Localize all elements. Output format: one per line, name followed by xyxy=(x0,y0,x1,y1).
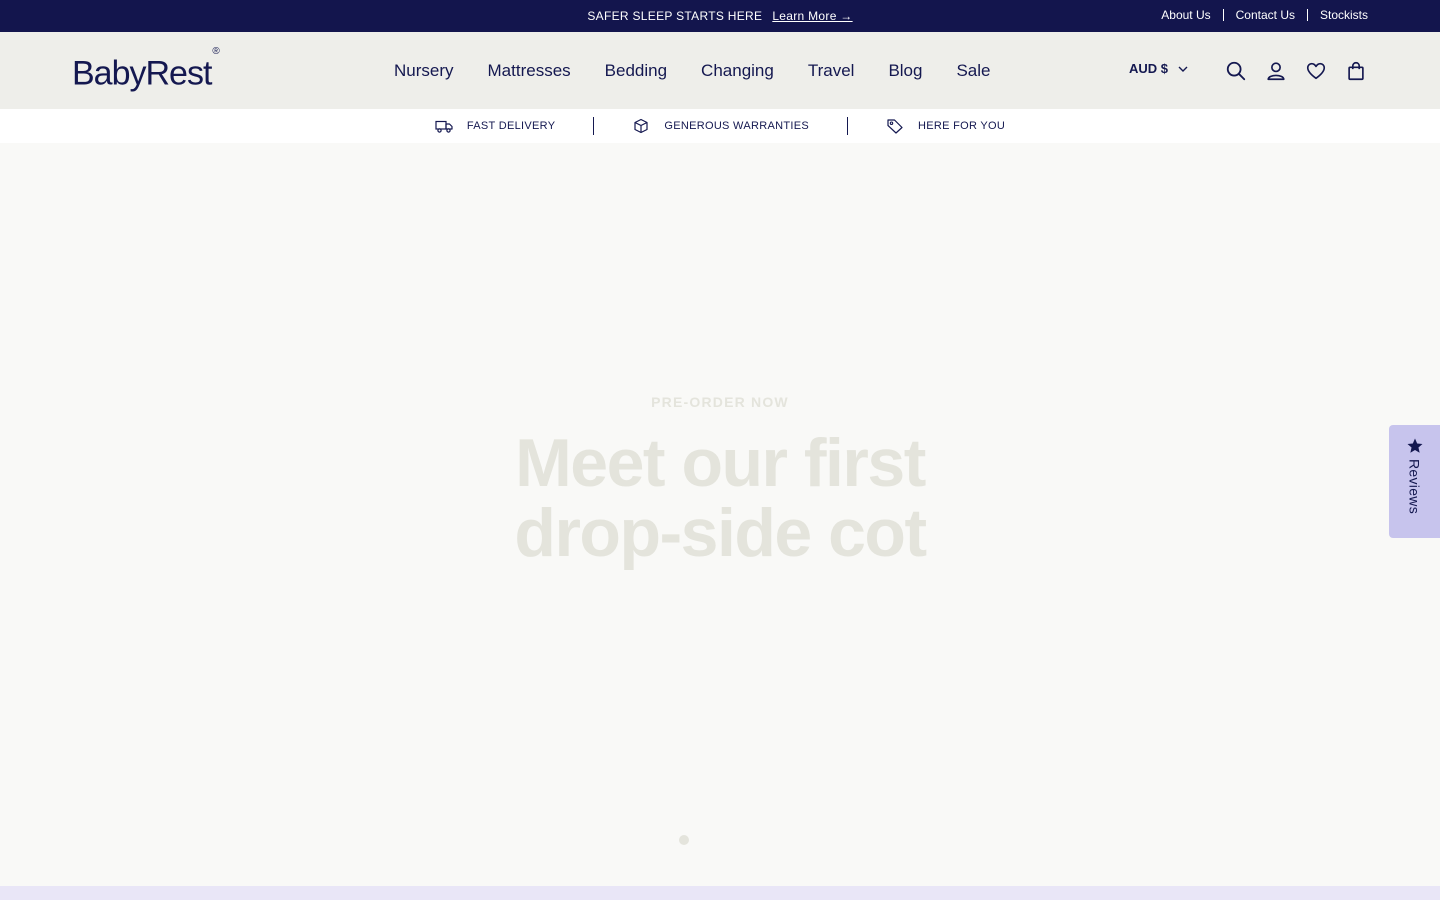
site-logo[interactable]: BabyRest® xyxy=(72,46,220,93)
chevron-down-icon xyxy=(1178,66,1188,72)
cart-bag-icon[interactable] xyxy=(1344,59,1368,83)
nav-nursery[interactable]: Nursery xyxy=(394,61,454,81)
nav-changing[interactable]: Changing xyxy=(701,61,774,81)
hero-eyebrow: PRE-ORDER NOW xyxy=(651,394,789,410)
learn-more-link[interactable]: Learn More → xyxy=(772,9,852,23)
search-icon[interactable] xyxy=(1224,59,1248,83)
currency-value: AUD $ xyxy=(1128,61,1168,76)
nav-blog[interactable]: Blog xyxy=(888,61,922,81)
tag-icon xyxy=(887,119,903,134)
logo-registered-mark: ® xyxy=(212,46,220,57)
main-nav: Nursery Mattresses Bedding Changing Trav… xyxy=(394,32,1025,109)
feature-label: FAST DELIVERY xyxy=(466,120,556,132)
announcement-bar: SAFER SLEEP STARTS HERE Learn More → Abo… xyxy=(0,0,1440,32)
feature-fast-delivery: FAST DELIVERY xyxy=(397,118,593,134)
utility-divider xyxy=(1306,9,1308,21)
box-icon xyxy=(634,118,648,134)
hero-title-line: drop-side cot xyxy=(514,495,927,571)
nav-sale[interactable]: Sale xyxy=(956,61,990,81)
site-header: BabyRest® Nursery Mattresses Bedding Cha… xyxy=(0,32,1440,109)
hero-slideshow: PRE-ORDER NOW Meet our first drop-side c… xyxy=(0,143,1440,886)
feature-label: HERE FOR YOU xyxy=(917,120,1006,132)
reviews-tab[interactable]: Reviews xyxy=(1389,425,1440,538)
utility-links: About Us Contact Us Stockists xyxy=(1155,0,1368,30)
contact-us-link[interactable]: Contact Us xyxy=(1230,8,1301,22)
truck-icon xyxy=(435,120,453,133)
reviews-tab-label: Reviews xyxy=(1406,459,1423,515)
header-tools: AUD $ xyxy=(1129,32,1368,109)
nav-bedding[interactable]: Bedding xyxy=(605,61,667,81)
about-us-link[interactable]: About Us xyxy=(1155,8,1216,22)
announcement-text: SAFER SLEEP STARTS HERE xyxy=(587,9,763,23)
stockists-link[interactable]: Stockists xyxy=(1314,8,1368,22)
star-icon xyxy=(1407,438,1422,453)
hero-title-line: Meet our first xyxy=(515,425,926,501)
logo-text: BabyRest xyxy=(72,54,212,93)
utility-divider xyxy=(1222,9,1224,21)
hero-title: Meet our first drop-side cot xyxy=(0,428,1440,568)
wishlist-heart-icon[interactable] xyxy=(1304,59,1328,83)
nav-mattresses[interactable]: Mattresses xyxy=(488,61,571,81)
feature-generous-warranties: GENEROUS WARRANTIES xyxy=(594,118,847,134)
feature-label: GENEROUS WARRANTIES xyxy=(664,120,809,132)
feature-strip: FAST DELIVERY GENEROUS WARRANTIES HERE F… xyxy=(0,109,1440,143)
next-section-edge xyxy=(0,886,1440,900)
nav-travel[interactable]: Travel xyxy=(808,61,855,81)
account-icon[interactable] xyxy=(1264,59,1288,83)
currency-selector[interactable]: AUD $ xyxy=(1129,61,1188,76)
slide-indicator-dot[interactable] xyxy=(679,835,689,845)
feature-here-for-you: HERE FOR YOU xyxy=(848,118,1043,134)
